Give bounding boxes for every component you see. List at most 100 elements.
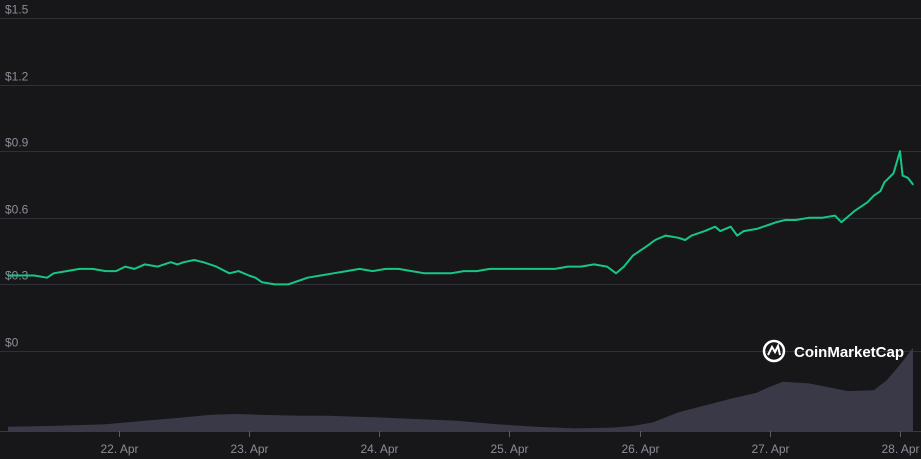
x-tick-label: 24. Apr — [360, 442, 398, 456]
y-tick-label: $1.5 — [5, 3, 29, 17]
x-tick-label: 22. Apr — [100, 442, 138, 456]
x-tick-label: 25. Apr — [490, 442, 528, 456]
price-point — [46, 276, 48, 279]
price-point — [261, 281, 263, 284]
price-point — [78, 268, 81, 270]
price-point — [237, 270, 240, 272]
price-point — [879, 190, 882, 192]
price-point — [65, 270, 68, 272]
y-axis-labels: $1.5$1.2$0.9$0.6$0.3$0 — [5, 3, 29, 350]
price-point — [358, 268, 361, 270]
price-point — [489, 268, 491, 270]
price-point — [883, 181, 886, 184]
price-point — [714, 225, 716, 228]
grid-lines — [0, 18, 921, 352]
price-point — [742, 230, 745, 232]
x-tick-label: 23. Apr — [230, 442, 268, 456]
price-point — [287, 283, 289, 286]
price-point — [143, 263, 146, 266]
price-point — [104, 270, 107, 272]
price-point — [901, 174, 904, 177]
price-point — [821, 217, 823, 219]
price-point — [632, 254, 634, 257]
price-point — [91, 268, 94, 270]
y-tick-label: $0.6 — [5, 203, 29, 217]
price-point — [306, 276, 309, 279]
price-point — [115, 270, 117, 272]
price-point — [899, 150, 901, 152]
price-point — [638, 250, 641, 252]
x-tick-label: 26. Apr — [621, 442, 659, 456]
y-tick-label: $0 — [5, 336, 19, 350]
x-tick-label: 27. Apr — [751, 442, 789, 456]
price-point — [593, 263, 595, 266]
x-axis-labels: 22. Apr 23. Apr 24. Apr 25. Apr 26. Apr 27. A… — [0, 431, 921, 456]
price-point — [449, 272, 452, 275]
price-point — [719, 230, 722, 232]
price-chart: $1.5$1.2$0.9$0.6$0.3$0 22. Apr 23. Apr 24.… — [0, 3, 921, 456]
price-point — [528, 268, 530, 270]
price-point — [248, 274, 250, 277]
price-point — [397, 268, 400, 270]
price-point — [677, 237, 680, 239]
price-point — [808, 217, 810, 219]
price-point — [664, 234, 667, 237]
price-point — [580, 265, 582, 268]
price-point — [463, 270, 465, 272]
price-point — [33, 274, 35, 277]
price-point — [332, 272, 335, 275]
price-point — [156, 265, 159, 268]
price-point — [892, 172, 895, 175]
price-point — [834, 214, 836, 217]
price-point — [912, 183, 914, 186]
price-point — [7, 274, 9, 277]
price-point — [684, 239, 686, 241]
price-point — [436, 272, 439, 275]
price-point — [840, 221, 843, 223]
price-point — [52, 272, 55, 275]
watermark: CoinMarketCap — [762, 339, 904, 363]
price-point — [202, 261, 205, 264]
price-point — [703, 230, 706, 232]
y-tick-label: $0.9 — [5, 136, 29, 150]
price-point — [606, 265, 608, 268]
price-point — [645, 245, 647, 248]
price-point — [907, 177, 909, 179]
x-tick-label: 28. Apr — [881, 442, 919, 456]
price-point — [654, 239, 656, 241]
price-point — [554, 268, 556, 270]
price-point — [215, 265, 218, 268]
watermark-text: CoinMarketCap — [794, 344, 904, 361]
price-point — [690, 234, 693, 237]
price-point — [345, 270, 348, 272]
price-point — [193, 259, 195, 261]
price-point — [515, 268, 517, 270]
price-line-series — [7, 150, 914, 286]
price-point — [319, 274, 322, 277]
price-point — [795, 219, 797, 221]
price-point — [254, 276, 257, 279]
price-point — [755, 228, 758, 230]
price-point — [866, 201, 869, 204]
price-point — [423, 272, 426, 275]
price-point — [567, 265, 569, 268]
price-point — [736, 234, 738, 237]
price-point — [170, 261, 172, 264]
price-point — [784, 219, 787, 221]
price-point — [541, 268, 543, 270]
y-tick-label: $1.2 — [5, 70, 29, 84]
price-point — [410, 270, 413, 272]
price-point — [476, 270, 478, 272]
price-point — [228, 272, 231, 275]
price-point — [300, 279, 302, 281]
price-point — [615, 272, 617, 275]
price-point — [133, 268, 136, 270]
price-point — [873, 194, 875, 197]
price-point — [729, 225, 732, 228]
price-point — [623, 265, 625, 268]
price-point — [384, 268, 387, 270]
price-point — [775, 221, 778, 223]
price-point — [274, 283, 276, 286]
price-point — [769, 223, 771, 226]
price-point — [502, 268, 504, 270]
